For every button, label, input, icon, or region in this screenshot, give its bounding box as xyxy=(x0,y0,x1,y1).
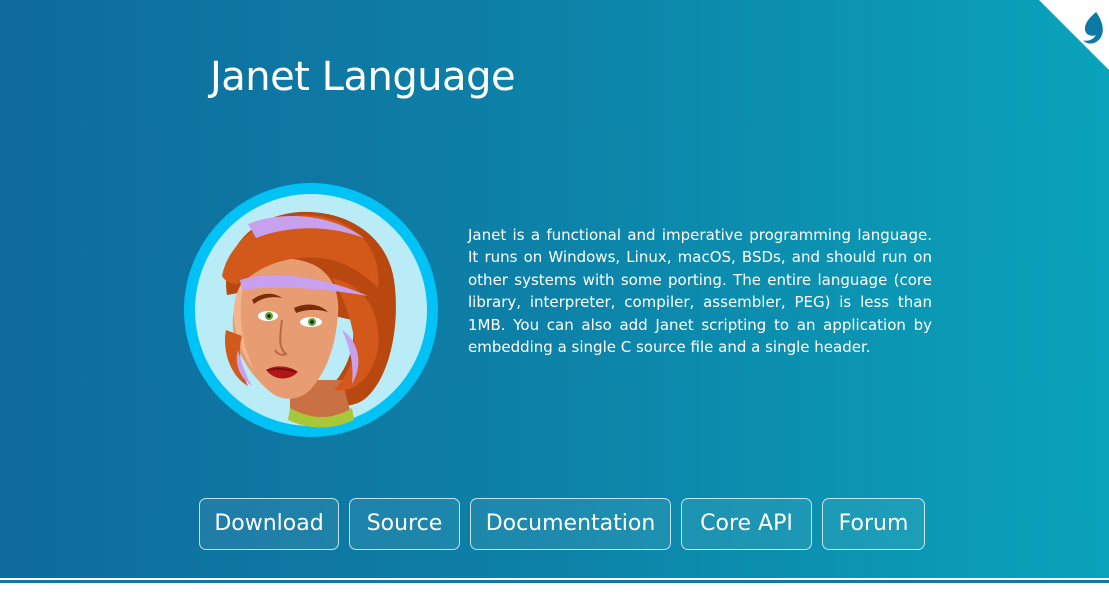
documentation-button[interactable]: Documentation xyxy=(470,498,671,550)
download-button[interactable]: Download xyxy=(199,498,339,550)
hero-section: Janet Language Janet is a functional and… xyxy=(0,0,1109,578)
forum-button[interactable]: Forum xyxy=(822,498,925,550)
hero-bottom-rule xyxy=(0,580,1109,583)
intro-text: Janet is a functional and imperative pro… xyxy=(468,226,932,357)
janet-avatar xyxy=(184,183,438,437)
nav-buttons: Download Source Documentation Core API F… xyxy=(0,498,1109,552)
corner-logo-icon[interactable] xyxy=(1039,0,1109,70)
source-button[interactable]: Source xyxy=(349,498,460,550)
page-title: Janet Language xyxy=(210,54,516,100)
core-api-button[interactable]: Core API xyxy=(681,498,812,550)
